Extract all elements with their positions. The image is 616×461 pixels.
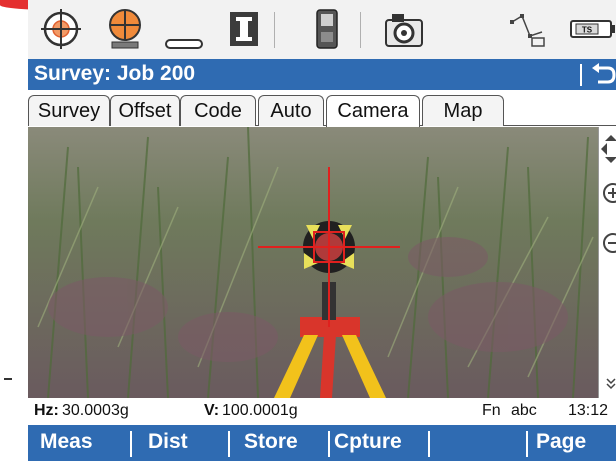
map-sketch-icon[interactable] xyxy=(508,8,546,50)
zoom-in-icon[interactable] xyxy=(603,183,616,203)
store-button[interactable]: Store xyxy=(244,430,298,454)
pan-icon[interactable] xyxy=(601,135,616,163)
softkey-bar: Meas Dist Store Cpture Page xyxy=(28,425,616,461)
camera-image xyxy=(28,127,598,398)
tab-bar: Survey Offset Code Auto Camera Map xyxy=(28,90,616,127)
camera-view[interactable] xyxy=(28,127,598,398)
edge-marker xyxy=(4,378,12,380)
page-button[interactable]: Page xyxy=(536,430,586,454)
tab-survey[interactable]: Survey xyxy=(28,95,110,126)
meas-button[interactable]: Meas xyxy=(40,430,93,454)
page-title: Survey: Job 200 xyxy=(34,62,196,85)
v-label: V: xyxy=(204,402,220,419)
zoom-controls xyxy=(601,135,616,390)
tab-auto[interactable]: Auto xyxy=(258,95,324,126)
clock: 13:12 xyxy=(568,402,609,419)
ts-battery-icon: TS xyxy=(570,20,615,38)
chevron-down-icon[interactable] xyxy=(606,378,616,390)
title-separator xyxy=(580,64,582,86)
dist-button[interactable]: Dist xyxy=(148,430,188,454)
input-mode: abc xyxy=(511,402,537,419)
camera-icon[interactable] xyxy=(384,8,424,50)
status-bar: Hz: 30.0003g V: 100.0001g Fn abc 13:12 xyxy=(28,398,616,424)
softkey-separator xyxy=(526,431,528,457)
tab-map[interactable]: Map xyxy=(422,95,504,126)
tab-camera[interactable]: Camera xyxy=(326,95,420,127)
target-icon[interactable] xyxy=(38,8,84,50)
text-cursor-icon[interactable] xyxy=(226,8,262,50)
toolbar-separator xyxy=(360,12,361,48)
hz-label: Hz: xyxy=(34,402,59,419)
hz-value: 30.0003g xyxy=(62,402,129,419)
ts-label: TS xyxy=(582,26,593,35)
softkey-separator xyxy=(130,431,132,457)
softkey-separator xyxy=(428,431,430,457)
title-bar: Survey: Job 200 xyxy=(28,59,616,90)
back-arrow-icon[interactable] xyxy=(590,63,616,87)
zoom-panel xyxy=(598,127,616,398)
v-value: 100.0001g xyxy=(222,402,298,419)
zoom-out-icon[interactable] xyxy=(603,233,616,253)
capture-button[interactable]: Cpture xyxy=(334,430,402,454)
instrument-icon[interactable] xyxy=(104,8,146,50)
tab-code[interactable]: Code xyxy=(180,95,256,126)
softkey-separator xyxy=(228,431,230,457)
fn-indicator: Fn xyxy=(482,402,501,419)
tab-offset[interactable]: Offset xyxy=(110,95,180,126)
softkey-separator xyxy=(328,431,330,457)
controller-icon[interactable] xyxy=(312,8,342,50)
toolbar-separator xyxy=(274,12,275,48)
top-toolbar: TS xyxy=(28,0,616,59)
keyboard-icon[interactable] xyxy=(164,8,204,50)
